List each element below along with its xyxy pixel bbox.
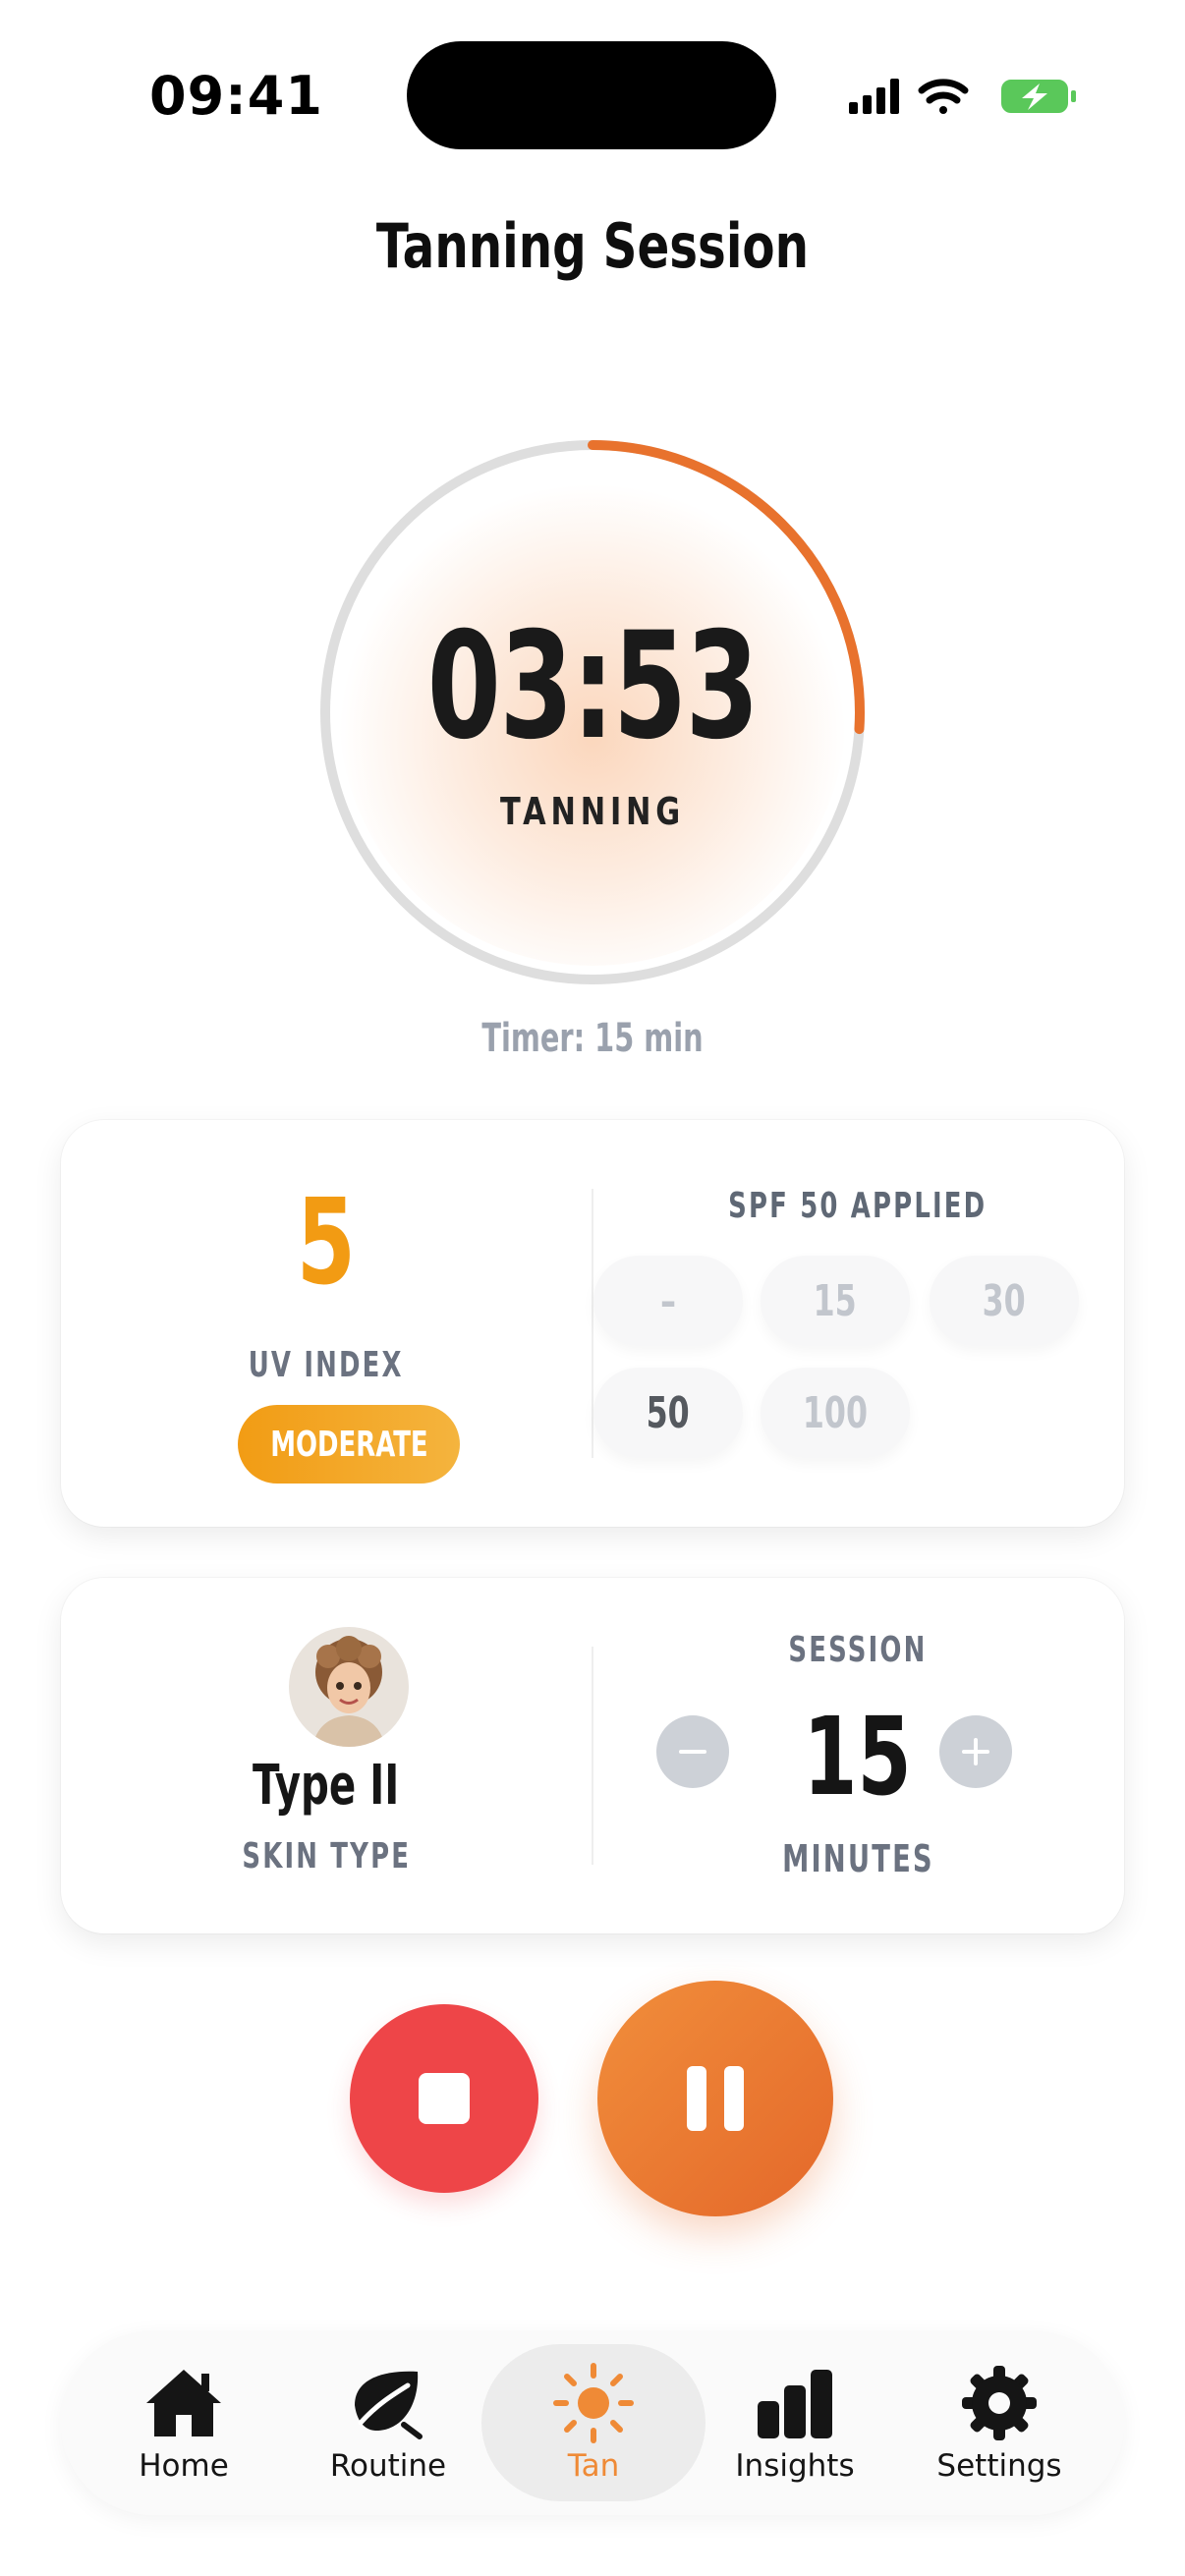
skin-session-card: Type II SKIN TYPE SESSION 15 MINUTES bbox=[61, 1578, 1124, 1933]
uv-spf-card: 5 UV INDEX MODERATE SPF 50 APPLIED – 15 … bbox=[61, 1120, 1124, 1527]
leaf-icon bbox=[347, 2362, 429, 2444]
timer-ring: 03:53 TANNING bbox=[314, 434, 871, 990]
increase-minutes-button[interactable] bbox=[939, 1715, 1012, 1788]
sun-icon bbox=[552, 2362, 635, 2444]
home-icon bbox=[142, 2362, 225, 2444]
tab-home[interactable]: Home bbox=[83, 2344, 285, 2501]
bottom-tab-bar: Home Routine Tan Insights Settings bbox=[61, 2330, 1124, 2515]
wifi-icon bbox=[918, 79, 969, 114]
cellular-signal-icon bbox=[849, 79, 899, 114]
pause-icon bbox=[687, 2066, 706, 2131]
spf-option-15[interactable]: 15 bbox=[761, 1256, 910, 1346]
spf-option-30[interactable]: 30 bbox=[930, 1256, 1079, 1346]
page-title: Tanning Session bbox=[375, 210, 810, 282]
battery-charging-icon bbox=[1001, 80, 1076, 113]
session-unit-label: MINUTES bbox=[781, 1837, 934, 1880]
uv-level-badge: MODERATE bbox=[238, 1405, 460, 1484]
session-label: SESSION bbox=[788, 1630, 928, 1670]
spf-option-none[interactable]: – bbox=[593, 1256, 743, 1346]
uv-index-label: UV INDEX bbox=[249, 1345, 404, 1385]
spf-title: SPF 50 APPLIED bbox=[728, 1186, 988, 1226]
uv-index-value: 5 bbox=[296, 1175, 357, 1312]
stop-icon bbox=[419, 2073, 470, 2124]
skin-type-label: SKIN TYPE bbox=[242, 1836, 411, 1876]
gear-icon bbox=[958, 2362, 1041, 2444]
status-icons bbox=[847, 75, 1083, 118]
avatar bbox=[289, 1627, 409, 1747]
bar-chart-icon bbox=[754, 2362, 836, 2444]
tab-tan[interactable]: Tan bbox=[481, 2344, 705, 2501]
pause-button[interactable] bbox=[597, 1981, 833, 2216]
tab-insights[interactable]: Insights bbox=[694, 2344, 896, 2501]
spf-option-50[interactable]: 50 bbox=[593, 1368, 743, 1458]
skin-type-value: Type II bbox=[253, 1754, 400, 1818]
tab-routine[interactable]: Routine bbox=[287, 2344, 489, 2501]
timer-state-label: TANNING bbox=[499, 790, 686, 833]
tab-settings[interactable]: Settings bbox=[898, 2344, 1100, 2501]
dynamic-island bbox=[407, 41, 776, 149]
stop-button[interactable] bbox=[350, 2004, 538, 2193]
status-bar: 09:41 bbox=[0, 0, 1185, 187]
spf-option-100[interactable]: 100 bbox=[761, 1368, 910, 1458]
timer-countdown: 03:53 bbox=[426, 601, 760, 772]
timer-duration-caption: Timer: 15 min bbox=[481, 1016, 704, 1061]
plus-icon bbox=[962, 1738, 989, 1765]
session-minutes-value: 15 bbox=[803, 1694, 913, 1820]
status-time: 09:41 bbox=[149, 65, 323, 127]
